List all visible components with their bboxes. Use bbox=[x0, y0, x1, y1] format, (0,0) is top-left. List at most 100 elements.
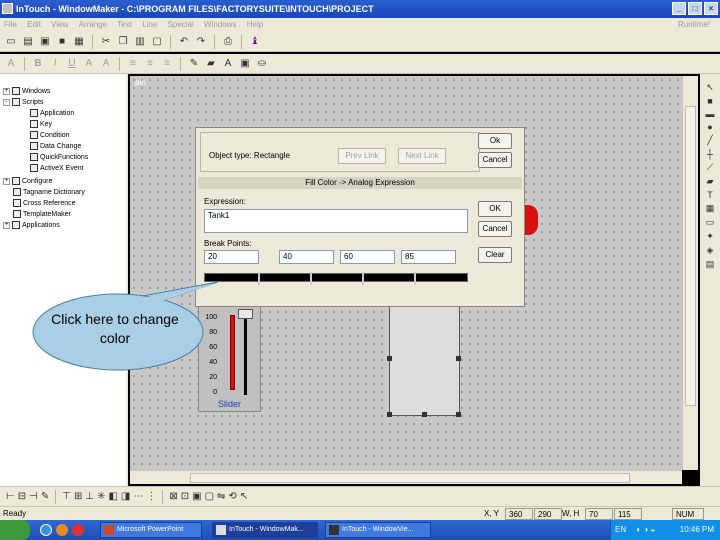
cancel-button[interactable]: Cancel bbox=[478, 221, 512, 237]
fill-color-icon[interactable]: ▰ bbox=[204, 57, 218, 71]
align-left-icon[interactable]: ≡ bbox=[126, 57, 140, 71]
clear-button[interactable]: Clear bbox=[478, 247, 512, 263]
opera-icon[interactable] bbox=[72, 524, 84, 536]
window-color-icon[interactable]: ▣ bbox=[238, 57, 252, 71]
cut-icon[interactable]: ✂ bbox=[99, 35, 113, 49]
breakpoint-1-input[interactable]: 20 bbox=[204, 250, 259, 264]
horizontal-scrollbar[interactable] bbox=[130, 470, 682, 484]
collapse-icon[interactable]: - bbox=[3, 98, 10, 106]
select-arrow-icon[interactable]: ↖ bbox=[706, 82, 714, 93]
text-color-icon[interactable]: A bbox=[221, 57, 235, 71]
minimize-button[interactable]: _ bbox=[672, 2, 686, 15]
undo-icon[interactable]: ↶ bbox=[177, 35, 191, 49]
tree-item-condition[interactable]: Condition bbox=[30, 130, 70, 141]
rounded-rect-tool-icon[interactable]: ▬ bbox=[706, 109, 715, 119]
selection-handle[interactable] bbox=[456, 412, 461, 417]
text-tool-icon[interactable]: T bbox=[707, 190, 713, 200]
tree-item-cross-reference[interactable]: Cross Reference bbox=[13, 198, 76, 209]
selection-handle[interactable] bbox=[456, 356, 461, 361]
erase-icon[interactable]: ▢ bbox=[150, 35, 164, 49]
italic-button[interactable]: I bbox=[48, 57, 62, 71]
copy-icon[interactable]: ❐ bbox=[116, 35, 130, 49]
trend-tool-icon[interactable]: ▤ bbox=[706, 259, 715, 270]
new-window-icon[interactable]: ▭ bbox=[4, 35, 18, 49]
app-icon[interactable] bbox=[2, 3, 13, 14]
tray-icons[interactable]: ◐ ◑ ◒ bbox=[636, 525, 655, 534]
space-horizontal-icon[interactable]: ⋯ bbox=[133, 491, 143, 502]
font-icon[interactable]: A bbox=[4, 57, 18, 71]
tree-item-scripts[interactable]: - Scripts bbox=[3, 97, 43, 108]
redo-icon[interactable]: ↷ bbox=[194, 35, 208, 49]
color-band-divider[interactable] bbox=[258, 272, 260, 285]
send-back-icon[interactable]: ◨ bbox=[121, 491, 130, 502]
align-center-icon[interactable]: ≡ bbox=[143, 57, 157, 71]
save-all-icon[interactable]: ▦ bbox=[72, 35, 86, 49]
browser-icon[interactable] bbox=[40, 524, 52, 536]
rotate-icon[interactable]: ⟲ bbox=[228, 491, 236, 502]
menu-file[interactable]: File bbox=[4, 20, 17, 29]
font-up-icon[interactable]: A bbox=[82, 57, 96, 71]
breakpoint-4-input[interactable]: 85 bbox=[401, 250, 456, 264]
tree-item-configure[interactable]: + Configure bbox=[3, 176, 52, 187]
tree-item-key[interactable]: Key bbox=[30, 119, 52, 130]
color-band-divider[interactable] bbox=[310, 272, 312, 285]
clock[interactable]: 10:46 PM bbox=[680, 520, 714, 540]
breakpoint-2-input[interactable]: 40 bbox=[279, 250, 334, 264]
task-windowviewer[interactable]: InTouch - WindowVie... bbox=[325, 522, 431, 538]
expand-icon[interactable]: + bbox=[3, 221, 10, 229]
language-indicator[interactable]: EN bbox=[615, 525, 626, 534]
make-cell-icon[interactable]: ▣ bbox=[192, 491, 201, 502]
line-tool-icon[interactable]: ╱ bbox=[707, 135, 712, 146]
align-middle-icon[interactable]: ⊞ bbox=[74, 491, 82, 502]
activex-tool-icon[interactable]: ◈ bbox=[707, 245, 714, 256]
wizard-tool-icon[interactable]: ✦ bbox=[706, 231, 714, 242]
selection-handle[interactable] bbox=[387, 356, 392, 361]
expand-icon[interactable]: + bbox=[3, 87, 10, 95]
ellipse-tool-icon[interactable]: ● bbox=[707, 122, 712, 132]
tree-item-applications[interactable]: + Applications bbox=[3, 220, 60, 231]
scroll-thumb[interactable] bbox=[190, 473, 630, 483]
rectangle-tool-icon[interactable]: ■ bbox=[707, 96, 712, 106]
color-band-divider[interactable] bbox=[414, 272, 416, 285]
paste-icon[interactable]: ▥ bbox=[133, 35, 147, 49]
pointer-icon[interactable]: ↖ bbox=[240, 491, 248, 502]
align-center-icon[interactable]: ⊟ bbox=[18, 491, 26, 502]
print-icon[interactable]: ⎙ bbox=[221, 35, 235, 49]
selection-handle[interactable] bbox=[387, 412, 392, 417]
bitmap-tool-icon[interactable]: ▦ bbox=[706, 203, 715, 214]
tree-item-application[interactable]: Application bbox=[30, 108, 74, 119]
breakpoint-3-input[interactable]: 60 bbox=[340, 250, 395, 264]
line-color-icon[interactable]: ✎ bbox=[187, 57, 201, 71]
menu-windows[interactable]: Windows bbox=[204, 20, 236, 29]
space-vertical-icon[interactable]: ⋮ bbox=[146, 491, 156, 502]
menu-view[interactable]: View bbox=[51, 20, 68, 29]
maximize-button[interactable]: □ bbox=[688, 2, 702, 15]
flip-icon[interactable]: ⇋ bbox=[217, 491, 225, 502]
break-cell-icon[interactable]: ▢ bbox=[205, 491, 214, 502]
runtime-button[interactable]: Runtime! bbox=[678, 18, 710, 32]
polygon-tool-icon[interactable]: ▰ bbox=[707, 176, 714, 187]
tree-item-quickfunctions[interactable]: QuickFunctions bbox=[30, 152, 88, 163]
next-link-button[interactable]: Next Link bbox=[398, 148, 446, 164]
color-band-bar[interactable] bbox=[204, 272, 468, 285]
group-icon[interactable]: ⊠ bbox=[169, 491, 177, 502]
close-window-icon[interactable]: ▣ bbox=[38, 35, 52, 49]
align-left-edge-icon[interactable]: ⊢ bbox=[6, 491, 15, 502]
selection-handle[interactable] bbox=[422, 412, 427, 417]
menu-special[interactable]: Special bbox=[168, 20, 194, 29]
menu-help[interactable]: Help bbox=[247, 20, 263, 29]
close-button[interactable]: × bbox=[704, 2, 718, 15]
align-right-edge-icon[interactable]: ⊣ bbox=[29, 491, 38, 502]
task-powerpoint[interactable]: Microsoft PowerPoint bbox=[100, 522, 202, 538]
menu-text[interactable]: Text bbox=[117, 20, 132, 29]
slider-thumb[interactable] bbox=[238, 309, 253, 319]
menu-edit[interactable]: Edit bbox=[27, 20, 41, 29]
align-centers-icon[interactable]: ✳ bbox=[97, 491, 105, 502]
pencil-icon[interactable]: ✎ bbox=[41, 491, 49, 502]
tree-item-tagname-dictionary[interactable]: Tagname Dictionary bbox=[13, 187, 85, 198]
open-icon[interactable]: ▤ bbox=[21, 35, 35, 49]
underline-button[interactable]: U bbox=[65, 57, 79, 71]
vertical-scrollbar[interactable] bbox=[682, 76, 698, 470]
wizard-icon[interactable]: ♝ bbox=[248, 35, 262, 49]
scroll-thumb[interactable] bbox=[685, 106, 696, 406]
